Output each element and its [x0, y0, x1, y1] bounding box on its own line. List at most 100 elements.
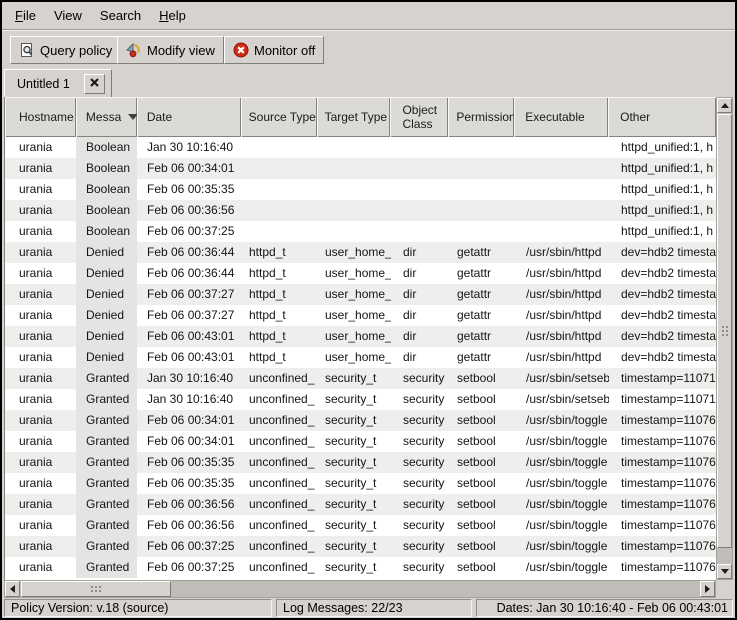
- table-row[interactable]: uraniaDeniedFeb 06 00:37:27httpd_tuser_h…: [5, 305, 716, 326]
- cell-permission: setbool: [449, 452, 515, 473]
- table-row[interactable]: uraniaBooleanFeb 06 00:36:56httpd_unifie…: [5, 200, 716, 221]
- table-row[interactable]: uraniaDeniedFeb 06 00:36:44httpd_tuser_h…: [5, 242, 716, 263]
- cell-target-type: security_t: [317, 431, 391, 452]
- column-header-messa[interactable]: Messa: [76, 97, 137, 137]
- cell-date: Feb 06 00:36:56: [137, 200, 241, 221]
- cell-other: httpd_unified:1, h: [609, 158, 716, 179]
- cell-executable: /usr/sbin/setseb: [515, 368, 609, 389]
- cell-object-class: security: [391, 494, 449, 515]
- column-header-object-class[interactable]: Object Class: [390, 97, 448, 137]
- cell-object-class: dir: [391, 305, 449, 326]
- cell-date: Feb 06 00:35:35: [137, 473, 241, 494]
- scroll-down-button[interactable]: [717, 564, 732, 579]
- cell-target-type: security_t: [317, 368, 391, 389]
- table-row[interactable]: uraniaBooleanJan 30 10:16:40httpd_unifie…: [5, 137, 716, 158]
- modify-view-button[interactable]: Modify view: [117, 36, 224, 64]
- menu-item-file[interactable]: File: [6, 4, 45, 27]
- cell-hostname: urania: [5, 452, 76, 473]
- table-row[interactable]: uraniaDeniedFeb 06 00:37:27httpd_tuser_h…: [5, 284, 716, 305]
- cell-permission: [449, 158, 515, 179]
- cell-source-type: unconfined_: [241, 389, 317, 410]
- cell-permission: getattr: [449, 305, 515, 326]
- close-icon: [89, 75, 100, 93]
- table-row[interactable]: uraniaBooleanFeb 06 00:34:01httpd_unifie…: [5, 158, 716, 179]
- cell-other: timestamp=11076: [609, 410, 716, 431]
- cell-source-type: httpd_t: [241, 242, 317, 263]
- cell-other: dev=hdb2 timesta: [609, 326, 716, 347]
- table-row[interactable]: uraniaGrantedFeb 06 00:37:25unconfined_s…: [5, 536, 716, 557]
- cell-object-class: [391, 137, 449, 158]
- column-header-executable[interactable]: Executable: [514, 97, 608, 137]
- cell-hostname: urania: [5, 347, 76, 368]
- column-header-target-type[interactable]: Target Type: [317, 97, 391, 137]
- cell-target-type: security_t: [317, 515, 391, 536]
- table-row[interactable]: uraniaGrantedFeb 06 00:36:56unconfined_s…: [5, 515, 716, 536]
- vertical-scrollbar-thumb[interactable]: [717, 114, 732, 548]
- cell-other: timestamp=11076: [609, 452, 716, 473]
- table-row[interactable]: uraniaGrantedFeb 06 00:37:25unconfined_s…: [5, 557, 716, 578]
- vertical-scrollbar[interactable]: [716, 97, 733, 580]
- table-row[interactable]: uraniaBooleanFeb 06 00:35:35httpd_unifie…: [5, 179, 716, 200]
- cell-messa: Granted: [76, 494, 137, 515]
- table-row[interactable]: uraniaDeniedFeb 06 00:43:01httpd_tuser_h…: [5, 347, 716, 368]
- cell-object-class: [391, 200, 449, 221]
- column-header-other[interactable]: Other: [608, 97, 716, 137]
- table-row[interactable]: uraniaBooleanFeb 06 00:37:25httpd_unifie…: [5, 221, 716, 242]
- cell-hostname: urania: [5, 410, 76, 431]
- cell-messa: Denied: [76, 242, 137, 263]
- scroll-right-button[interactable]: [700, 581, 715, 597]
- table-body: uraniaBooleanJan 30 10:16:40httpd_unifie…: [5, 137, 716, 580]
- cell-date: Feb 06 00:34:01: [137, 410, 241, 431]
- cell-executable: /usr/sbin/httpd: [515, 242, 609, 263]
- table-row[interactable]: uraniaGrantedJan 30 10:16:40unconfined_s…: [5, 389, 716, 410]
- column-header-permission[interactable]: Permission: [448, 97, 514, 137]
- menu-item-search[interactable]: Search: [91, 4, 150, 27]
- log-table: HostnameMessaDateSource TypeTarget TypeO…: [4, 97, 733, 598]
- table-row[interactable]: uraniaGrantedFeb 06 00:36:56unconfined_s…: [5, 494, 716, 515]
- column-header-hostname[interactable]: Hostname: [5, 97, 76, 137]
- cell-hostname: urania: [5, 431, 76, 452]
- cell-target-type: [317, 158, 391, 179]
- menu-item-view[interactable]: View: [45, 4, 91, 27]
- cell-source-type: unconfined_: [241, 431, 317, 452]
- tab-untitled-1[interactable]: Untitled 1: [4, 69, 112, 97]
- query-policy-button[interactable]: Query policy: [10, 36, 121, 64]
- table-row[interactable]: uraniaDeniedFeb 06 00:43:01httpd_tuser_h…: [5, 326, 716, 347]
- sort-desc-icon: [128, 114, 137, 120]
- tab-close-button[interactable]: [84, 74, 105, 94]
- arrow-left-icon: [10, 585, 15, 593]
- horizontal-scrollbar[interactable]: [4, 580, 716, 598]
- menu-item-help[interactable]: Help: [150, 4, 195, 27]
- table-row[interactable]: uraniaGrantedJan 30 10:16:40unconfined_s…: [5, 368, 716, 389]
- cell-permission: setbool: [449, 557, 515, 578]
- column-header-date[interactable]: Date: [137, 97, 241, 137]
- cell-messa: Boolean: [76, 137, 137, 158]
- cell-permission: setbool: [449, 389, 515, 410]
- monitor-off-button[interactable]: Monitor off: [224, 36, 324, 64]
- table-row[interactable]: uraniaGrantedFeb 06 00:34:01unconfined_s…: [5, 431, 716, 452]
- cell-permission: [449, 179, 515, 200]
- cell-hostname: urania: [5, 515, 76, 536]
- scroll-up-button[interactable]: [717, 98, 732, 113]
- table-row[interactable]: uraniaGrantedFeb 06 00:35:35unconfined_s…: [5, 452, 716, 473]
- cell-target-type: user_home_: [317, 263, 391, 284]
- cell-messa: Denied: [76, 305, 137, 326]
- tab-title: Untitled 1: [17, 77, 84, 91]
- cell-source-type: [241, 158, 317, 179]
- cell-hostname: urania: [5, 536, 76, 557]
- scroll-left-button[interactable]: [5, 581, 20, 597]
- horizontal-scrollbar-thumb[interactable]: [21, 581, 171, 597]
- column-header-source-type[interactable]: Source Type: [241, 97, 317, 137]
- cell-target-type: [317, 200, 391, 221]
- cell-executable: /usr/sbin/toggle: [515, 494, 609, 515]
- cell-other: dev=hdb2 timesta: [609, 242, 716, 263]
- cell-hostname: urania: [5, 389, 76, 410]
- cell-object-class: [391, 158, 449, 179]
- table-row[interactable]: uraniaGrantedFeb 06 00:35:35unconfined_s…: [5, 473, 716, 494]
- cell-permission: setbool: [449, 431, 515, 452]
- table-row[interactable]: uraniaDeniedFeb 06 00:36:44httpd_tuser_h…: [5, 263, 716, 284]
- cell-other: timestamp=11076: [609, 515, 716, 536]
- cell-object-class: dir: [391, 347, 449, 368]
- thumb-grip-icon: [722, 326, 724, 328]
- table-row[interactable]: uraniaGrantedFeb 06 00:34:01unconfined_s…: [5, 410, 716, 431]
